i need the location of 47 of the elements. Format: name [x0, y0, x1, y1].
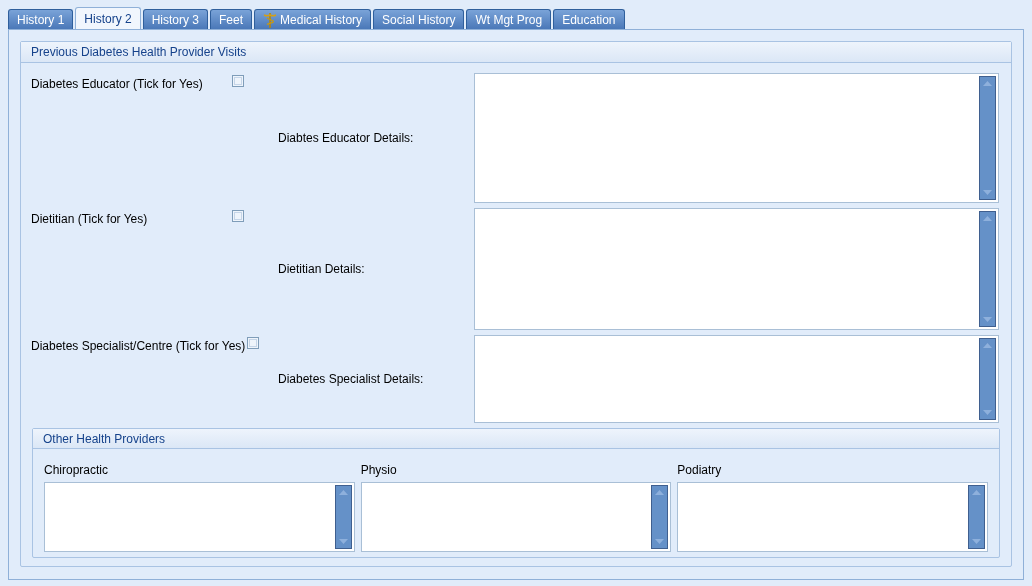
up-arrow-icon[interactable]: [338, 490, 348, 495]
tab[interactable]: Social History: [373, 9, 465, 29]
text-area[interactable]: [677, 482, 988, 552]
tab[interactable]: Medical History: [254, 9, 372, 29]
scrollbar[interactable]: [334, 485, 352, 549]
text-area[interactable]: [474, 335, 999, 423]
checkbox[interactable]: [232, 75, 244, 87]
checkbox-label: Dietitian (Tick for Yes): [31, 211, 149, 228]
scrollbar[interactable]: [979, 211, 996, 327]
tab[interactable]: History 2: [75, 7, 141, 29]
group-title: Other Health Providers: [33, 429, 999, 449]
text-area[interactable]: [44, 482, 355, 552]
tab[interactable]: History 3: [142, 9, 209, 29]
scrollbar[interactable]: [651, 485, 669, 549]
down-arrow-icon[interactable]: [983, 190, 992, 195]
scrollbar[interactable]: [979, 76, 996, 200]
up-arrow-icon[interactable]: [983, 81, 992, 86]
text-area[interactable]: [474, 208, 999, 330]
down-arrow-icon[interactable]: [972, 539, 981, 544]
down-arrow-icon[interactable]: [655, 539, 665, 544]
down-arrow-icon[interactable]: [983, 317, 992, 322]
caduceus-icon: [263, 11, 278, 28]
down-arrow-icon[interactable]: [338, 539, 348, 544]
tab[interactable]: History 1: [8, 9, 74, 29]
scrollbar[interactable]: [979, 338, 996, 420]
field-label: Dietitian Details:: [278, 261, 365, 278]
tab[interactable]: Education: [553, 9, 625, 29]
up-arrow-icon[interactable]: [972, 490, 981, 495]
text-area[interactable]: [474, 73, 999, 203]
checkbox[interactable]: [247, 337, 260, 349]
text-area[interactable]: [360, 482, 672, 552]
field-label: Physio: [360, 462, 398, 479]
field-label: Chiropractic: [44, 462, 110, 479]
up-arrow-icon[interactable]: [983, 216, 992, 221]
field-label: Diabetes Specialist Details:: [278, 371, 424, 388]
field-label: Podiatry: [677, 462, 723, 479]
up-arrow-icon[interactable]: [983, 343, 992, 348]
group-title: Previous Diabetes Health Provider Visits: [21, 42, 1011, 63]
tab[interactable]: Feet: [210, 9, 253, 29]
field-label: Diabtes Educator Details:: [278, 130, 414, 147]
checkbox-label: Diabetes Specialist/Centre (Tick for Yes): [31, 338, 246, 355]
up-arrow-icon[interactable]: [655, 490, 665, 495]
checkbox-label: Diabetes Educator (Tick for Yes): [31, 76, 204, 93]
checkbox[interactable]: [232, 210, 244, 222]
tab[interactable]: Wt Mgt Prog: [466, 9, 552, 29]
scrollbar[interactable]: [968, 485, 985, 549]
down-arrow-icon[interactable]: [983, 410, 992, 415]
